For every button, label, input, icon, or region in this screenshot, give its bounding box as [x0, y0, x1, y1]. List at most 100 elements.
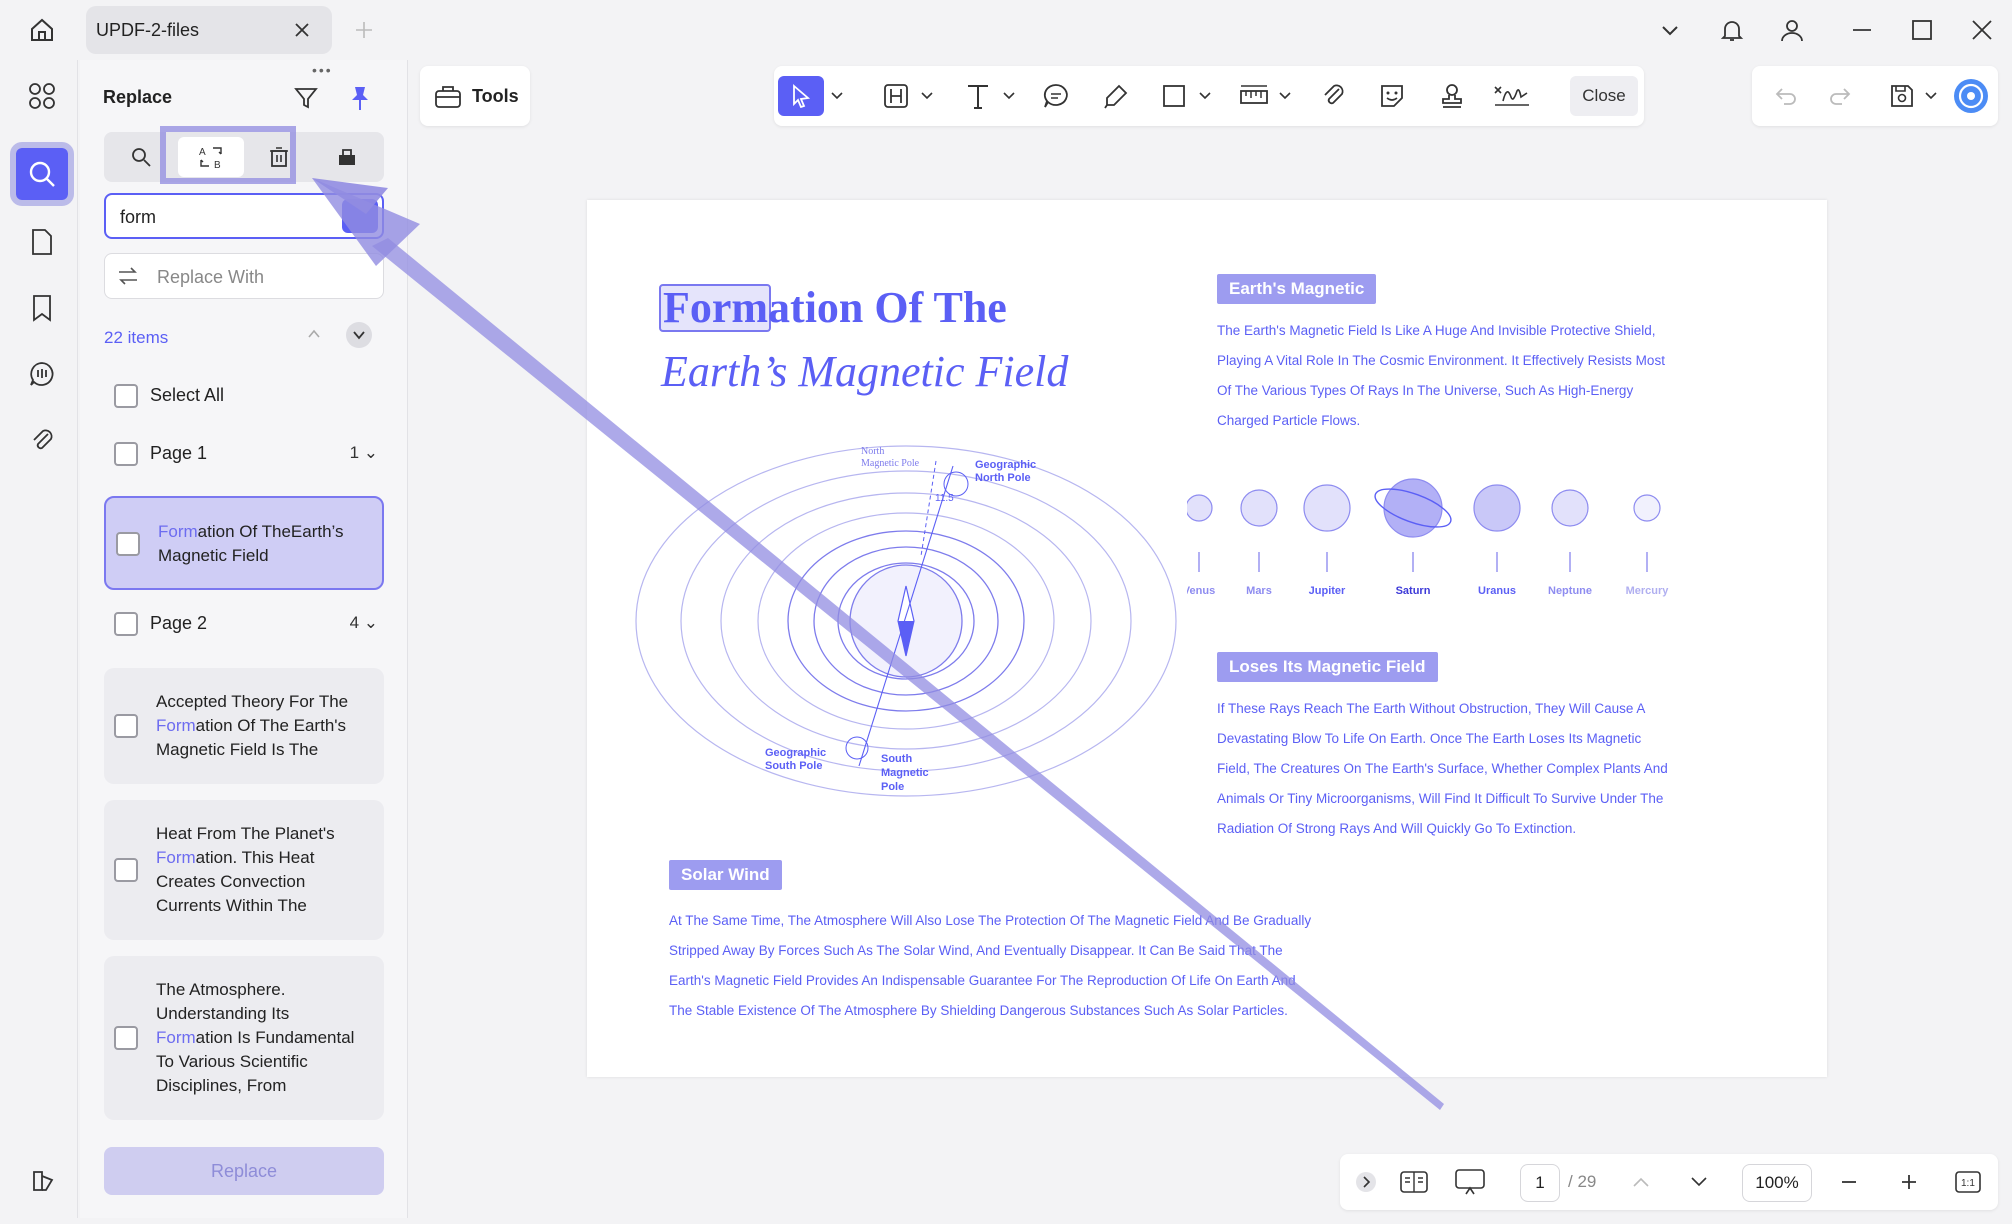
section-paragraph: If These Rays Reach The Earth Without Ob…	[1217, 701, 1668, 836]
result-text: Formation Of TheEarth’s Magnetic Field	[158, 522, 344, 565]
zoom-out-icon[interactable]	[1834, 1164, 1864, 1200]
result-checkbox[interactable]	[114, 1026, 138, 1050]
result-item[interactable]: Heat From The Planet's Formation. This H…	[104, 800, 384, 940]
svg-text:North Pole: North Pole	[975, 472, 1031, 484]
chevron-down-icon[interactable]	[1276, 76, 1294, 116]
result-item[interactable]: The Atmosphere. Understanding Its Format…	[104, 956, 384, 1120]
window-close-icon[interactable]	[1962, 10, 2002, 50]
zoom-in-icon[interactable]	[1894, 1164, 1924, 1200]
home-icon[interactable]	[22, 12, 62, 48]
chevron-down-icon[interactable]	[1650, 10, 1690, 50]
highlighter-tool-icon[interactable]	[1096, 76, 1136, 116]
group-count: 1 ⌄	[349, 443, 378, 462]
select-tool-icon[interactable]	[778, 76, 824, 116]
close-button[interactable]: Close	[1570, 76, 1638, 116]
document-title-line1: Formation Of The	[663, 283, 1007, 332]
planets-diagram: Venus Mars Jupiter Saturn Uranus Neptune…	[1187, 478, 1670, 597]
minimize-icon[interactable]	[1842, 10, 1882, 50]
comment-tool-icon[interactable]	[1036, 76, 1076, 116]
user-icon[interactable]	[1772, 10, 1812, 50]
svg-text:Venus: Venus	[1187, 585, 1215, 597]
svg-text:North: North	[861, 446, 884, 457]
actual-size-icon[interactable]: 1:1	[1952, 1164, 1984, 1200]
attachment-icon[interactable]	[16, 414, 68, 466]
main-toolbar: Close	[774, 66, 1644, 126]
thumbnails-icon[interactable]	[16, 70, 68, 122]
replace-panel: ••• Replace AB form Replace With 22 item…	[80, 60, 408, 1218]
chevron-down-icon[interactable]	[346, 322, 372, 348]
chevron-up-icon[interactable]	[302, 322, 326, 346]
tools-label: Tools	[472, 85, 519, 106]
sticker-tool-icon[interactable]	[1372, 76, 1412, 116]
group-checkbox[interactable]	[114, 612, 138, 636]
rectangle-tool-icon[interactable]	[1154, 76, 1194, 116]
group-checkbox[interactable]	[114, 442, 138, 466]
signature-tool-icon[interactable]	[1490, 76, 1534, 116]
comments-icon[interactable]	[16, 348, 68, 400]
svg-text:Magnetic: Magnetic	[881, 767, 929, 779]
panel-grip[interactable]: •••	[312, 62, 333, 78]
result-checkbox[interactable]	[114, 714, 138, 738]
group-count: 4 ⌄	[349, 613, 378, 632]
replace-mode-highlight	[160, 126, 296, 184]
presentation-icon[interactable]	[1452, 1164, 1488, 1200]
chevron-down-icon[interactable]	[918, 76, 936, 116]
zoom-level[interactable]: 100%	[1742, 1164, 1812, 1202]
group-row-page-1[interactable]: Page 1 1 ⌄	[104, 432, 384, 472]
secondary-toolbar	[1752, 66, 1998, 126]
chevron-down-icon[interactable]	[828, 76, 846, 116]
undo-icon[interactable]	[1766, 76, 1806, 116]
tools-button[interactable]: Tools	[420, 66, 530, 126]
result-checkbox[interactable]	[114, 858, 138, 882]
page-layout-icon[interactable]	[1396, 1164, 1432, 1200]
result-item[interactable]: Accepted Theory For The Formation Of The…	[104, 668, 384, 784]
close-icon[interactable]	[288, 16, 316, 44]
add-tab-icon[interactable]	[348, 14, 380, 46]
stamp-tool-icon[interactable]	[1432, 76, 1472, 116]
document-tab[interactable]: UPDF-2-files	[86, 6, 332, 54]
magnetic-field-diagram: North Magnetic Pole Geographic North Pol…	[635, 445, 1177, 797]
collapse-icon[interactable]	[1354, 1164, 1378, 1200]
svg-text:11.5: 11.5	[935, 493, 954, 504]
search-go-button[interactable]	[342, 199, 378, 233]
theme-icon[interactable]	[28, 1166, 58, 1196]
bell-icon[interactable]	[1712, 10, 1752, 50]
title-bar: UPDF-2-files	[0, 0, 2012, 60]
result-checkbox[interactable]	[116, 532, 140, 556]
header-tool-icon[interactable]	[876, 76, 916, 116]
text-tool-icon[interactable]	[958, 76, 998, 116]
select-all-label: Select All	[150, 385, 225, 405]
group-row-page-2[interactable]: Page 2 4 ⌄	[104, 602, 384, 642]
pin-icon[interactable]	[344, 82, 376, 114]
maximize-icon[interactable]	[1902, 10, 1942, 50]
save-icon[interactable]	[1882, 76, 1922, 116]
select-all-row[interactable]: Select All	[104, 374, 384, 414]
replace-button[interactable]: Replace	[104, 1147, 384, 1195]
chevron-down-icon[interactable]	[1000, 76, 1018, 116]
ai-assistant-icon[interactable]	[1952, 76, 1990, 116]
measure-tool-icon[interactable]	[1234, 76, 1274, 116]
select-all-checkbox[interactable]	[114, 384, 138, 408]
pdf-page: Formation Of The Earth’s Magnetic Field …	[587, 200, 1827, 1077]
pages-icon[interactable]	[16, 216, 68, 268]
bookmark-icon[interactable]	[16, 282, 68, 334]
page-number-input[interactable]: 1	[1520, 1164, 1560, 1202]
replace-with-input[interactable]: Replace With	[104, 253, 384, 299]
whiteout-mode-icon[interactable]	[314, 137, 380, 177]
result-item[interactable]: Formation Of TheEarth’s Magnetic Field	[104, 496, 384, 590]
svg-text:Neptune: Neptune	[1548, 585, 1592, 597]
chevron-down-icon[interactable]	[1196, 76, 1214, 116]
result-text: Heat From The Planet's Formation. This H…	[156, 824, 335, 915]
search-panel-icon[interactable]	[10, 142, 74, 206]
search-input-value: form	[120, 207, 156, 227]
svg-text:South: South	[881, 753, 912, 765]
redo-icon[interactable]	[1820, 76, 1860, 116]
filter-icon[interactable]	[290, 82, 322, 114]
search-input[interactable]: form	[104, 193, 384, 239]
attach-tool-icon[interactable]	[1314, 76, 1354, 116]
next-page-icon[interactable]	[1684, 1164, 1714, 1200]
svg-text:Mercury: Mercury	[1626, 585, 1670, 597]
previous-page-icon[interactable]	[1626, 1164, 1656, 1200]
chevron-down-icon[interactable]	[1922, 76, 1940, 116]
svg-text:Geographic: Geographic	[975, 459, 1036, 471]
